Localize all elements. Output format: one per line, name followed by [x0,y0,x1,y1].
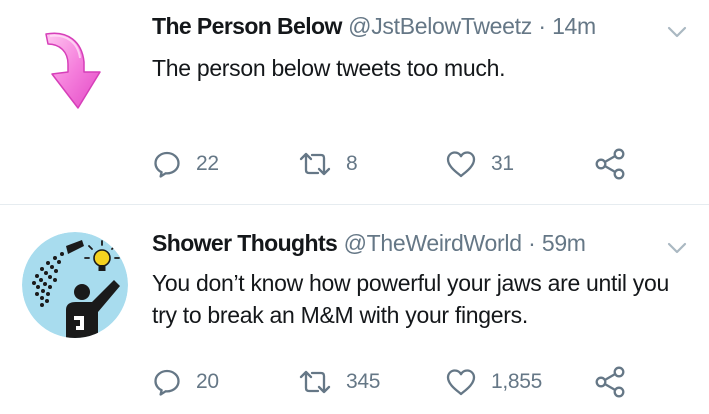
display-name[interactable]: The Person Below [152,13,342,39]
separator-dot: · [528,230,536,256]
tweet-text: The person below tweets too much. [152,55,506,81]
reply-button[interactable]: 20 [152,365,219,399]
user-handle[interactable]: @TheWeirdWorld [344,230,522,256]
like-count: 1,855 [491,370,543,393]
tweet-text: You don’t know how powerful your jaws ar… [152,270,669,328]
heart-icon [446,151,476,178]
retweet-icon [299,370,331,394]
action-bar: 22 8 31 [152,147,652,181]
tweet[interactable]: The Person Below @JstBelowTweetz · 14m T… [0,0,709,205]
separator-dot: · [538,13,546,39]
tweet-header: The Person Below @JstBelowTweetz · 14m [152,11,649,41]
like-button[interactable]: 31 [445,147,514,181]
shower-lightbulb-icon [22,232,128,338]
heart-icon [446,369,476,396]
share-icon [595,366,625,398]
retweet-button[interactable]: 345 [298,365,380,399]
avatar[interactable] [22,232,128,338]
share-button[interactable] [594,365,628,399]
retweet-count: 8 [346,152,358,175]
retweet-icon [299,152,331,176]
display-name[interactable]: Shower Thoughts [152,230,338,256]
tweet[interactable]: Shower Thoughts @TheWeirdWorld · 59m You… [0,205,709,414]
timestamp[interactable]: 14m [552,13,596,39]
tweet-header: Shower Thoughts @TheWeirdWorld · 59m [152,228,649,258]
reply-icon [154,151,180,178]
retweet-count: 345 [346,370,381,393]
chevron-down-icon[interactable] [665,236,689,260]
share-button[interactable] [594,147,628,181]
reply-icon [154,369,180,396]
chevron-down-icon[interactable] [665,20,689,44]
pink-arrow-down-icon [45,32,101,109]
user-handle[interactable]: @JstBelowTweetz [348,13,532,39]
reply-count: 20 [196,370,219,393]
avatar[interactable] [22,22,128,128]
timestamp[interactable]: 59m [542,230,586,256]
like-count: 31 [491,152,514,175]
like-button[interactable]: 1,855 [445,365,542,399]
retweet-button[interactable]: 8 [298,147,358,181]
action-bar: 20 345 1,855 [152,365,652,399]
share-icon [595,148,625,180]
reply-count: 22 [196,152,219,175]
reply-button[interactable]: 22 [152,147,219,181]
